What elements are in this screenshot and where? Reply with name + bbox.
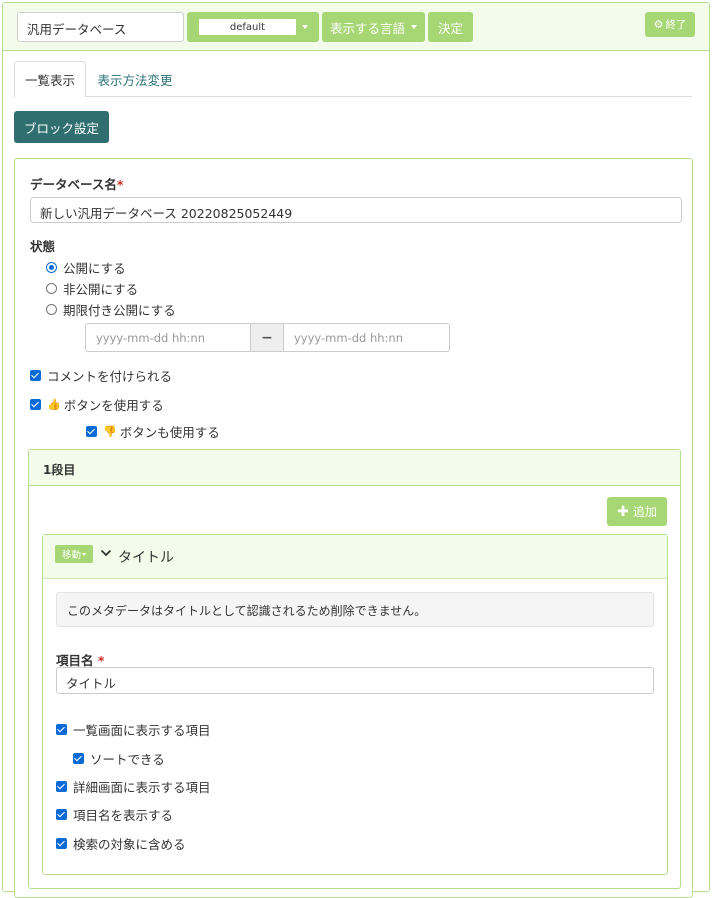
checkbox[interactable]	[56, 838, 67, 849]
gear-icon: ⚙	[653, 18, 664, 31]
item-title: タイトル	[118, 550, 174, 566]
radio-button[interactable]	[46, 304, 57, 315]
option-detail-display[interactable]: 詳細画面に表示する項目	[56, 777, 211, 796]
item-panel-header: 移動 タイトル	[43, 535, 667, 579]
required-mark: *	[97, 653, 105, 668]
plugin-name-field[interactable]: 汎用データベース	[17, 12, 184, 42]
radio-button[interactable]	[46, 283, 57, 294]
checkbox[interactable]	[56, 781, 67, 792]
toolbar: 汎用データベース default 表示する言語 決定 ⚙ 終了	[3, 3, 709, 51]
checkbox[interactable]	[86, 426, 97, 437]
option-sortable[interactable]: ソートできる	[73, 749, 165, 768]
block-settings-button[interactable]: ブロック設定	[14, 111, 109, 143]
end-button[interactable]: ⚙ 終了	[645, 12, 695, 37]
status-label: 状態	[30, 239, 56, 254]
end-label: 終了	[665, 19, 687, 31]
thumbs-up-icon: 👍	[47, 398, 61, 411]
like-checkbox-row[interactable]: 👍 ボタンを使用する	[30, 395, 164, 414]
language-label: 表示する言語	[329, 20, 405, 36]
date-separator: −	[251, 323, 283, 352]
thumbs-down-icon: 👎	[103, 425, 117, 438]
add-button[interactable]: ✚ 追加	[607, 497, 667, 526]
comment-checkbox-row[interactable]: コメントを付けられる	[30, 366, 172, 385]
option-searchable[interactable]: 検索の対象に含める	[56, 834, 186, 853]
unlike-checkbox-row[interactable]: 👎 ボタンも使用する	[86, 422, 220, 441]
tab-list-view[interactable]: 一覧表示	[14, 61, 86, 98]
tab-bar: 一覧表示 表示方法変更	[14, 61, 692, 98]
notice-message: このメタデータはタイトルとして認識されるため削除できません。	[56, 592, 654, 627]
caret-down-icon	[302, 25, 308, 29]
option-list-display[interactable]: 一覧画面に表示する項目	[56, 720, 211, 739]
checkbox[interactable]	[30, 370, 41, 381]
db-name-input[interactable]: 新しい汎用データベース 20220825052449	[30, 197, 682, 223]
plus-icon: ✚	[617, 503, 629, 520]
chevron-down-icon[interactable]	[100, 547, 112, 563]
decide-button[interactable]: 決定	[428, 12, 473, 42]
checkbox[interactable]	[30, 399, 41, 410]
frame-select-dropdown[interactable]: default	[187, 12, 319, 42]
caret-down-icon	[411, 25, 417, 29]
radio-limited[interactable]: 期限付き公開にする	[46, 300, 176, 319]
row-panel-title: 1段目	[29, 450, 680, 486]
checkbox[interactable]	[56, 724, 67, 735]
publish-period-group: yyyy-mm-dd hh:nn − yyyy-mm-dd hh:nn	[85, 323, 450, 352]
frame-select-value: default	[199, 19, 296, 35]
checkbox[interactable]	[73, 753, 84, 764]
date-to-input[interactable]: yyyy-mm-dd hh:nn	[283, 323, 450, 352]
option-show-item-name[interactable]: 項目名を表示する	[56, 805, 173, 824]
radio-private[interactable]: 非公開にする	[46, 279, 138, 298]
tab-display-settings[interactable]: 表示方法変更	[89, 61, 181, 97]
db-name-label: データベース名*	[30, 177, 124, 192]
radio-public[interactable]: 公開にする	[46, 258, 126, 277]
item-name-input[interactable]: タイトル	[56, 667, 654, 694]
checkbox[interactable]	[56, 809, 67, 820]
language-dropdown-button[interactable]: 表示する言語	[322, 12, 425, 42]
date-from-input[interactable]: yyyy-mm-dd hh:nn	[85, 323, 251, 352]
radio-button[interactable]	[46, 262, 57, 273]
required-mark: *	[116, 177, 124, 192]
move-dropdown-button[interactable]: 移動	[55, 545, 93, 563]
caret-down-icon	[82, 552, 86, 556]
